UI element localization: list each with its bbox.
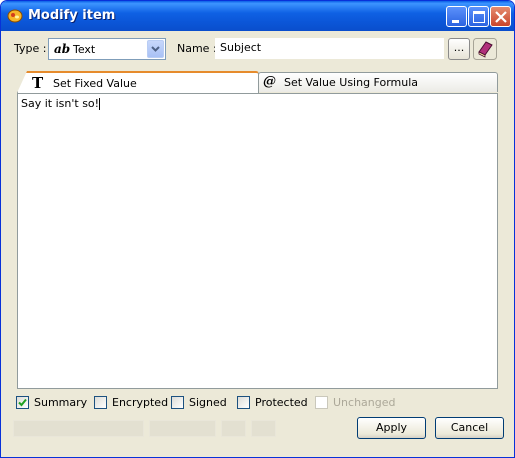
tab-set-fixed-value[interactable]: T Set Fixed Value [17, 71, 259, 93]
book-icon[interactable] [473, 38, 497, 60]
checkbox-box[interactable] [237, 396, 250, 409]
at-sign-icon: @ [263, 74, 276, 89]
checkbox-box [315, 396, 328, 409]
title-bar[interactable]: Modify item [1, 1, 514, 31]
status-panel [251, 420, 276, 437]
text-caret [99, 98, 101, 110]
type-select[interactable]: ab Text [48, 38, 166, 60]
minimize-button[interactable] [446, 6, 467, 27]
status-panel [149, 420, 216, 437]
tab-set-value-using-formula[interactable]: @ Set Value Using Formula [258, 72, 498, 92]
text-type-icon: ab [54, 42, 71, 56]
checkmark-icon [18, 398, 27, 407]
close-icon [495, 11, 507, 23]
checkbox-box[interactable] [94, 396, 107, 409]
close-button[interactable] [490, 6, 511, 27]
maximize-button[interactable] [468, 6, 489, 27]
checkbox-label: Summary [34, 396, 88, 409]
status-panel [13, 420, 144, 437]
checkbox-box[interactable] [16, 396, 29, 409]
app-icon [7, 9, 23, 23]
maximize-icon [473, 11, 485, 23]
type-label: Type : [14, 42, 47, 55]
checkbox-label: Protected [255, 396, 308, 409]
apply-button[interactable]: Apply [357, 417, 426, 439]
checkbox-label: Signed [189, 396, 227, 409]
status-panel [221, 420, 246, 437]
text-t-icon: T [32, 74, 44, 92]
tab-label: Set Fixed Value [53, 77, 137, 90]
chevron-down-icon [151, 46, 160, 52]
name-input[interactable]: Subject [215, 38, 444, 59]
checkbox-box[interactable] [171, 396, 184, 409]
browse-button[interactable]: ... [448, 38, 470, 60]
name-label: Name : [177, 42, 217, 55]
minimize-icon [452, 20, 459, 23]
cancel-button[interactable]: Cancel [435, 417, 504, 439]
window-title: Modify item [28, 8, 116, 23]
type-dropdown-button[interactable] [147, 40, 164, 58]
modify-item-dialog: Modify item Type : ab Text Name : Subjec… [0, 0, 515, 458]
checkbox-label: Encrypted [112, 396, 169, 409]
value-editor[interactable]: Say it isn't so! [17, 93, 498, 389]
type-select-value: Text [73, 43, 96, 56]
checkbox-label: Unchanged [333, 396, 396, 409]
editor-text: Say it isn't so! [21, 97, 100, 110]
tab-label: Set Value Using Formula [284, 76, 419, 89]
